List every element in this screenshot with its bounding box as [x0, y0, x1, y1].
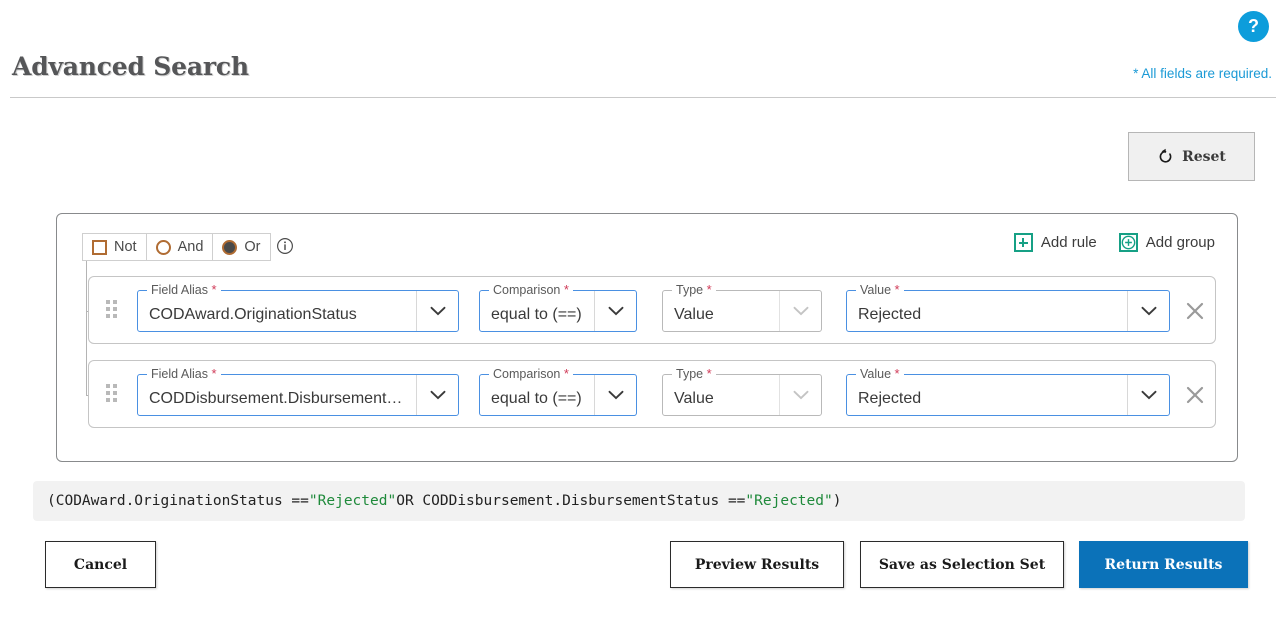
header-divider: [10, 97, 1276, 98]
field-alias-value: CODDisbursement.DisbursementSt…: [149, 390, 416, 407]
chevron-down-icon: [594, 375, 636, 415]
chevron-down-icon: [594, 291, 636, 331]
field-alias-select[interactable]: Field Alias * CODAward.OriginationStatus: [137, 283, 459, 332]
operator-or[interactable]: Or: [212, 234, 269, 260]
add-group-label: Add group: [1145, 234, 1215, 251]
add-rule-label: Add rule: [1040, 234, 1097, 251]
required-star: *: [563, 282, 569, 297]
type-label: Type *: [672, 367, 716, 381]
remove-rule-button[interactable]: [1183, 383, 1207, 407]
rule-row: Field Alias * CODAward.OriginationStatus…: [88, 276, 1216, 344]
type-value: Value: [674, 306, 714, 323]
radio-icon: [155, 239, 171, 255]
value-select[interactable]: Value * Rejected: [846, 367, 1170, 416]
required-star: *: [894, 366, 900, 381]
comparison-select[interactable]: Comparison * equal to (==): [479, 283, 637, 332]
operator-and[interactable]: And: [145, 234, 213, 260]
comparison-value: equal to (==): [491, 306, 582, 323]
drag-handle-icon[interactable]: [106, 384, 117, 402]
expression-part: ): [832, 493, 842, 509]
radio-selected-icon: [222, 239, 238, 255]
add-rule-button[interactable]: Add rule: [1013, 233, 1097, 252]
expression-string: "Rejected": [308, 493, 397, 509]
save-selection-set-button[interactable]: Save as Selection Set: [860, 541, 1064, 588]
chevron-down-icon: [1127, 291, 1169, 331]
required-fields-note: * All fields are required.: [1133, 66, 1272, 81]
cancel-button[interactable]: Cancel: [45, 541, 156, 588]
chevron-down-icon: [416, 375, 458, 415]
rotate-ccw-icon: [1159, 148, 1172, 163]
expression-string: "Rejected": [745, 493, 833, 509]
advanced-search-page: ? Advanced Search * All fields are requi…: [0, 0, 1286, 624]
operator-toggle-group: Not And Or: [82, 233, 271, 261]
field-alias-value: CODAward.OriginationStatus: [149, 306, 357, 323]
value-label: Value *: [856, 367, 904, 381]
required-star: *: [706, 282, 712, 297]
value-value: Rejected: [858, 390, 922, 407]
drag-handle-icon[interactable]: [106, 300, 117, 318]
tree-connector-vertical: [86, 259, 87, 395]
chevron-down-icon: [1127, 375, 1169, 415]
chevron-down-icon: [779, 291, 821, 331]
field-alias-label: Field Alias *: [147, 367, 221, 381]
type-select[interactable]: Type * Value: [662, 367, 822, 416]
value-label: Value *: [856, 283, 904, 297]
remove-rule-button[interactable]: [1183, 299, 1207, 323]
operator-or-label: Or: [244, 239, 261, 255]
expression-part: OR CODDisbursement.DisbursementStatus ==: [396, 493, 746, 509]
chevron-down-icon: [779, 375, 821, 415]
group-actions: Add rule Add group: [1013, 233, 1215, 252]
required-star: *: [563, 366, 569, 381]
comparison-label: Comparison *: [489, 367, 573, 381]
reset-button[interactable]: Reset: [1128, 132, 1255, 181]
info-circle-icon[interactable]: [276, 237, 294, 255]
help-icon[interactable]: ?: [1238, 11, 1269, 42]
plus-circle-square-icon: [1118, 233, 1138, 252]
page-title: Advanced Search: [12, 52, 249, 81]
checkbox-icon: [92, 239, 107, 255]
required-star: *: [894, 282, 900, 297]
field-alias-label: Field Alias *: [147, 283, 221, 297]
required-star: *: [706, 366, 712, 381]
type-select[interactable]: Type * Value: [662, 283, 822, 332]
return-results-button[interactable]: Return Results: [1079, 541, 1248, 588]
reset-label: Reset: [1182, 148, 1226, 165]
comparison-label: Comparison *: [489, 283, 573, 297]
query-expression-bar: (CODAward.OriginationStatus == "Rejected…: [33, 481, 1245, 521]
value-select[interactable]: Value * Rejected: [846, 283, 1170, 332]
required-star: *: [211, 366, 217, 381]
operator-not[interactable]: Not: [83, 234, 146, 260]
preview-results-button[interactable]: Preview Results: [670, 541, 844, 588]
required-star: *: [211, 282, 217, 297]
add-group-button[interactable]: Add group: [1118, 233, 1215, 252]
comparison-value: equal to (==): [491, 390, 582, 407]
expression-part: (CODAward.OriginationStatus ==: [47, 493, 309, 509]
field-alias-select[interactable]: Field Alias * CODDisbursement.Disburseme…: [137, 367, 459, 416]
rule-row: Field Alias * CODDisbursement.Disburseme…: [88, 360, 1216, 428]
value-value: Rejected: [858, 306, 922, 323]
operator-not-label: Not: [114, 239, 137, 255]
plus-square-icon: [1013, 233, 1033, 252]
chevron-down-icon: [416, 291, 458, 331]
type-label: Type *: [672, 283, 716, 297]
comparison-select[interactable]: Comparison * equal to (==): [479, 367, 637, 416]
operator-and-label: And: [177, 239, 204, 255]
type-value: Value: [674, 390, 714, 407]
